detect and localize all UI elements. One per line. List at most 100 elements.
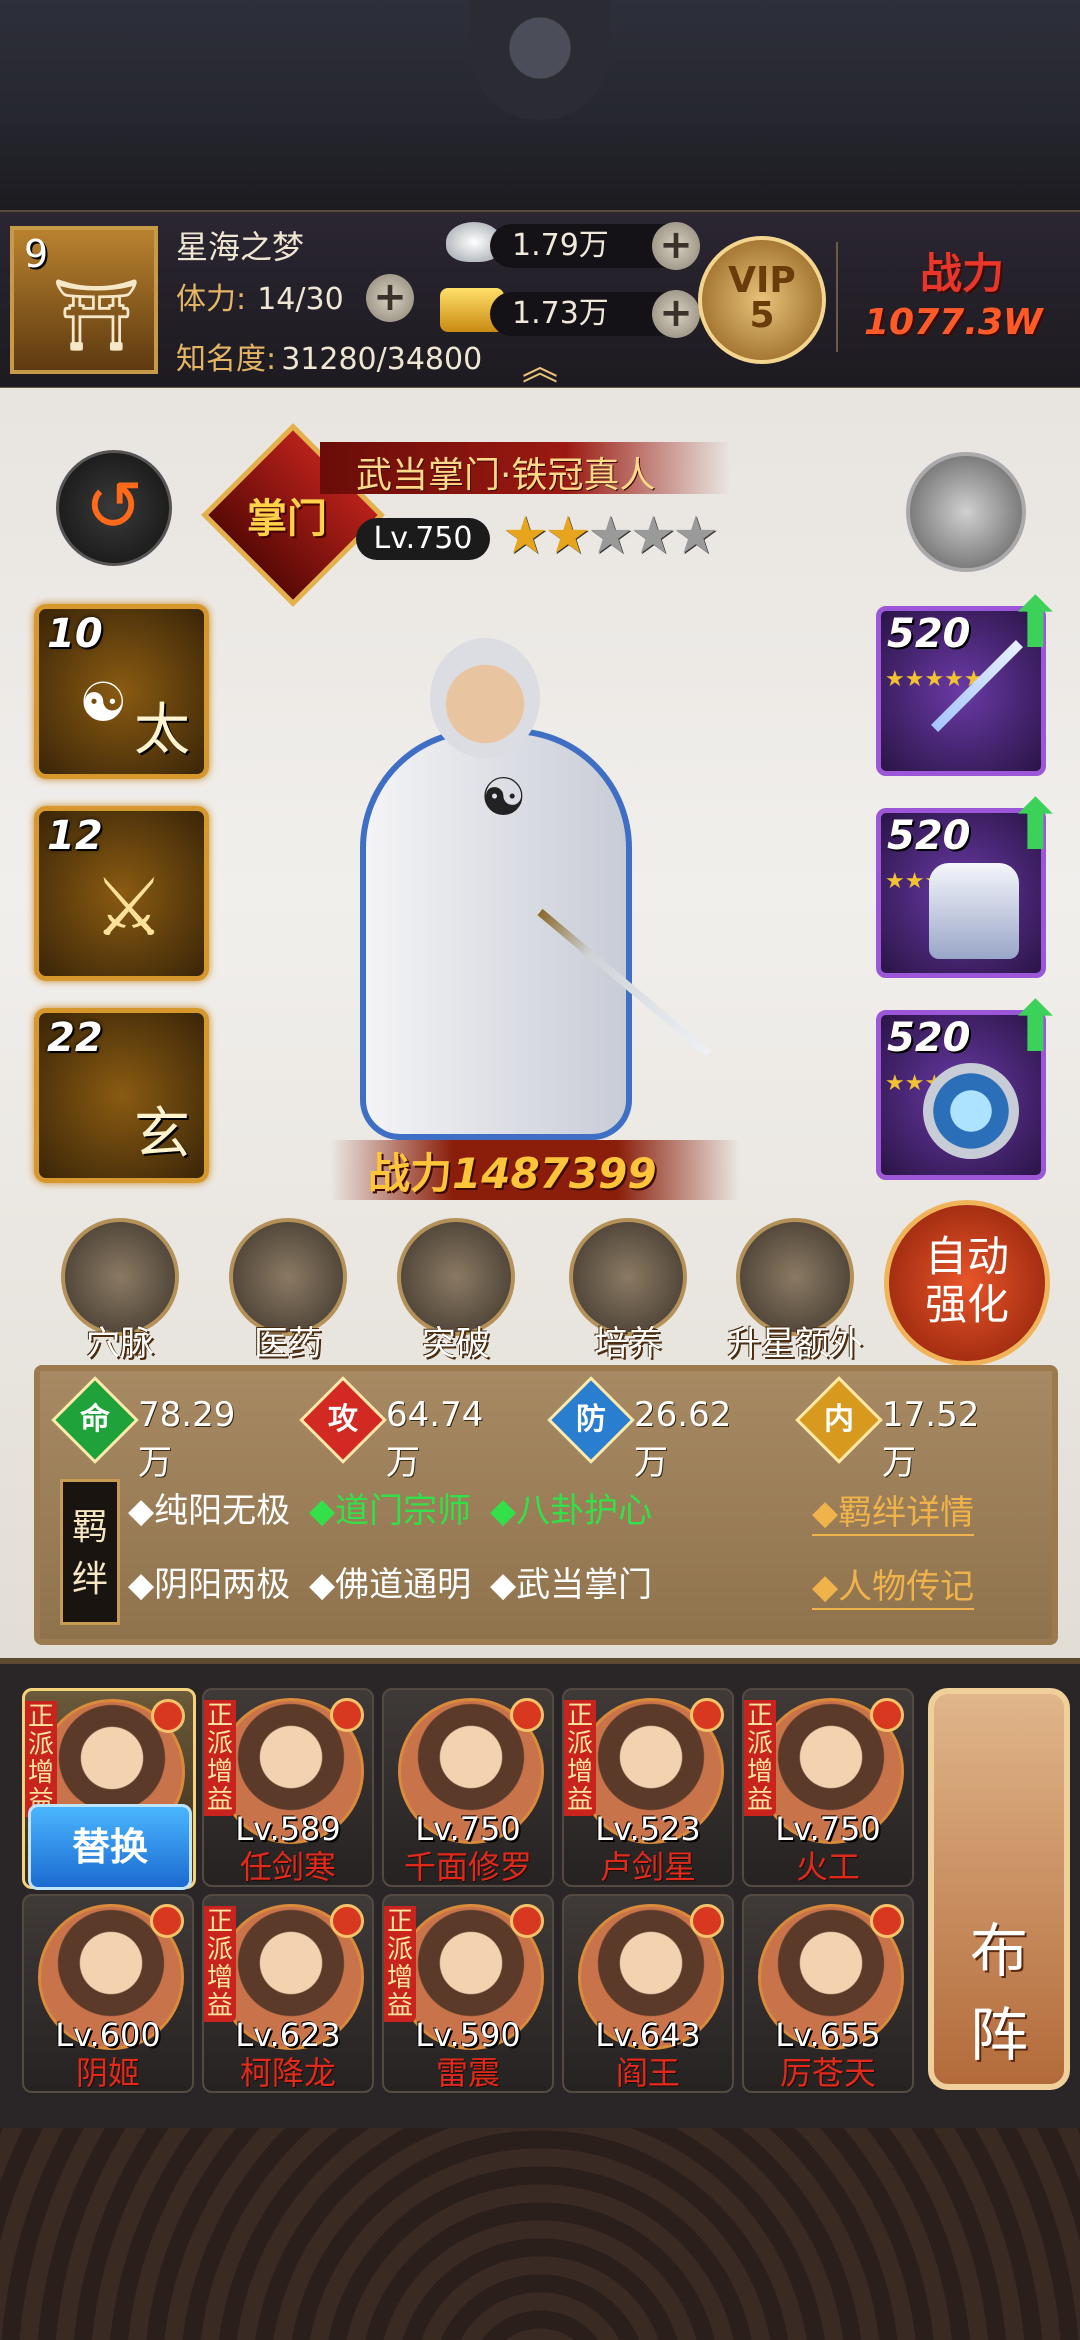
- formation-line1: 布: [969, 1917, 1028, 1985]
- expand-chevron-icon[interactable]: ︽: [522, 350, 558, 386]
- character-bio-link[interactable]: ◆人物传记: [812, 1559, 975, 1610]
- bond-item: ◆八卦护心: [489, 1491, 653, 1531]
- bond-item: ◆武当掌门: [489, 1565, 653, 1605]
- hero-name: 阴姬: [75, 2054, 140, 2092]
- roster-hero-card[interactable]: Lv.600 阴姬: [22, 1894, 194, 2093]
- faction-buff-tag: 正派增益: [25, 1701, 57, 1817]
- element-orb-icon: [870, 1698, 904, 1732]
- top-power-label: 战力: [920, 249, 1005, 298]
- bond-item: ◆纯阳无极: [128, 1491, 291, 1531]
- function-label: 培养: [594, 1324, 662, 1364]
- upgrade-arrow-icon: ⬆: [1006, 784, 1065, 866]
- fame-value: 31280/34800: [281, 342, 483, 377]
- bond-item: ◆道门宗师: [308, 1491, 472, 1531]
- stamina-label: 体力:: [176, 282, 247, 317]
- star-filled-icon: ★: [502, 506, 549, 566]
- roster-hero-card[interactable]: 正派增益 Lv.523 卢剑星: [562, 1688, 734, 1887]
- upgrade-arrow-icon: ⬆: [1006, 582, 1065, 664]
- hero-name: 柯降龙: [239, 2054, 336, 2092]
- yin-yang-emblem-icon: ☯: [480, 768, 527, 828]
- internal-icon: 内: [795, 1376, 883, 1464]
- function-star-up-button[interactable]: 升星额外: [720, 1218, 870, 1365]
- roster-hero-card[interactable]: Lv.643 阎王: [562, 1894, 734, 2093]
- equip-stars: ★★★★★: [885, 871, 984, 893]
- hero-name: 火工: [795, 1848, 860, 1886]
- hero-name: 卢剑星: [599, 1848, 696, 1886]
- equip-stars: ★★★★★: [885, 667, 984, 692]
- function-label: 突破: [422, 1324, 490, 1364]
- internal-value: 17.52万: [882, 1395, 980, 1483]
- roster-hero-card[interactable]: Lv.750 千面修罗: [382, 1688, 554, 1887]
- yin-yang-icon: ☯: [79, 671, 128, 734]
- element-orb-icon: [510, 1904, 544, 1938]
- player-level: 9: [24, 232, 49, 276]
- bond-details-link[interactable]: ◆羁绊详情: [812, 1485, 975, 1536]
- faction-buff-tag: 正派增益: [204, 1906, 236, 2022]
- function-medicine-button[interactable]: 医药: [228, 1218, 348, 1365]
- equip-stars: ★★★★★: [885, 1073, 984, 1095]
- back-arrow-button[interactable]: ↺: [56, 450, 172, 566]
- fame-row: 知名度: 31280/34800: [176, 334, 482, 378]
- attributes-panel: 命 78.29万 攻 64.74万 防 26.62万 内 17.52万 羁 绊 …: [34, 1365, 1058, 1645]
- equip-level: 520: [887, 611, 971, 657]
- hero-name: 任剑寒: [239, 1848, 336, 1886]
- skill-slot-2[interactable]: 12 ⚔: [34, 806, 209, 981]
- warrior-silhouette-icon: ⚔: [93, 861, 165, 954]
- skill-slot-3[interactable]: 22 玄: [34, 1008, 209, 1183]
- bond-label-bottom: 绊: [71, 1559, 108, 1600]
- bond-item: ◆阴阳两极: [128, 1565, 291, 1605]
- player-status-bar: 9 ⛩ 星海之梦 体力: 14/30 + 知名度: 31280/34800 1.…: [0, 210, 1080, 390]
- auto-enhance-button[interactable]: 自动 强化: [884, 1200, 1050, 1366]
- element-orb-icon: [150, 1904, 184, 1938]
- attack-icon: 攻: [299, 1376, 387, 1464]
- function-train-button[interactable]: 培养: [568, 1218, 688, 1365]
- element-orb-icon: [151, 1699, 185, 1733]
- fate-medallion-button[interactable]: [906, 452, 1026, 572]
- hero-name: 厉苍天: [779, 2054, 876, 2092]
- player-avatar[interactable]: 9 ⛩: [10, 226, 158, 374]
- roster-hero-card[interactable]: Lv.655 厉苍天: [742, 1894, 914, 2093]
- attack-value: 64.74万: [386, 1395, 484, 1483]
- roster-hero-card[interactable]: 正派增益 Lv.750 火工: [742, 1688, 914, 1887]
- hero-stars: ★★★★★: [502, 506, 719, 566]
- bond-row-1: ◆纯阳无极 ◆道门宗师 ◆八卦护心: [128, 1483, 652, 1532]
- element-orb-icon: [510, 1698, 544, 1732]
- faction-buff-tag: 正派增益: [744, 1700, 776, 1816]
- player-name: 星海之梦: [176, 228, 305, 266]
- hp-icon: 命: [51, 1376, 139, 1464]
- replace-button[interactable]: 替换: [28, 1804, 192, 1890]
- hero-name: 千面修罗: [403, 1848, 532, 1886]
- star-empty-icon: ★: [629, 506, 677, 566]
- top-power-value: 1077.3W: [864, 302, 1043, 343]
- skill-slot-1[interactable]: 10 太 ☯: [34, 604, 209, 779]
- faction-buff-tag: 正派增益: [564, 1700, 596, 1816]
- stamina-value: 14/30: [257, 282, 344, 317]
- roster-hero-card[interactable]: 正派增益 Lv.589 任剑寒: [202, 1688, 374, 1887]
- star-empty-icon: ★: [587, 506, 634, 566]
- stat-icon-text: 命: [80, 1402, 110, 1437]
- formation-button[interactable]: 布 阵: [928, 1688, 1070, 2090]
- roster-hero-card[interactable]: 正派增益 Lv.590 雷震: [382, 1894, 554, 2093]
- roster-hero-card[interactable]: 正派增益 Lv.623 柯降龙: [202, 1894, 374, 2093]
- hero-roster: 正派增益 正派增益 Lv.589 任剑寒 Lv.750 千面修罗 正派增益 Lv.523 卢剑星…: [0, 1658, 1080, 2134]
- bagua-mirror-icon: [923, 1063, 1019, 1159]
- function-meridian-button[interactable]: 穴脉: [60, 1218, 180, 1365]
- hero-rank-text: 掌门: [247, 496, 327, 542]
- add-silver-button[interactable]: +: [652, 222, 700, 270]
- add-gold-button[interactable]: +: [652, 290, 700, 338]
- skill-glyph: 玄: [134, 1102, 190, 1167]
- function-breakthrough-button[interactable]: 突破: [396, 1218, 516, 1365]
- roof-decoration: [0, 0, 1080, 210]
- divider-line: [836, 242, 838, 352]
- hero-title: 武当掌门·铁冠真人: [356, 455, 656, 496]
- silver-value: 1.79万: [512, 228, 609, 263]
- hero-character-portrait: ☯: [320, 608, 760, 1140]
- element-orb-icon: [690, 1698, 724, 1732]
- cloud-ornament-icon: [470, 0, 610, 120]
- skill-level: 10: [47, 611, 103, 657]
- vip-badge[interactable]: VIP 5: [698, 236, 826, 364]
- bond-label-top: 羁: [71, 1507, 108, 1548]
- hero-head: [430, 638, 540, 758]
- add-stamina-button[interactable]: +: [366, 274, 414, 322]
- fame-label: 知名度:: [176, 342, 277, 377]
